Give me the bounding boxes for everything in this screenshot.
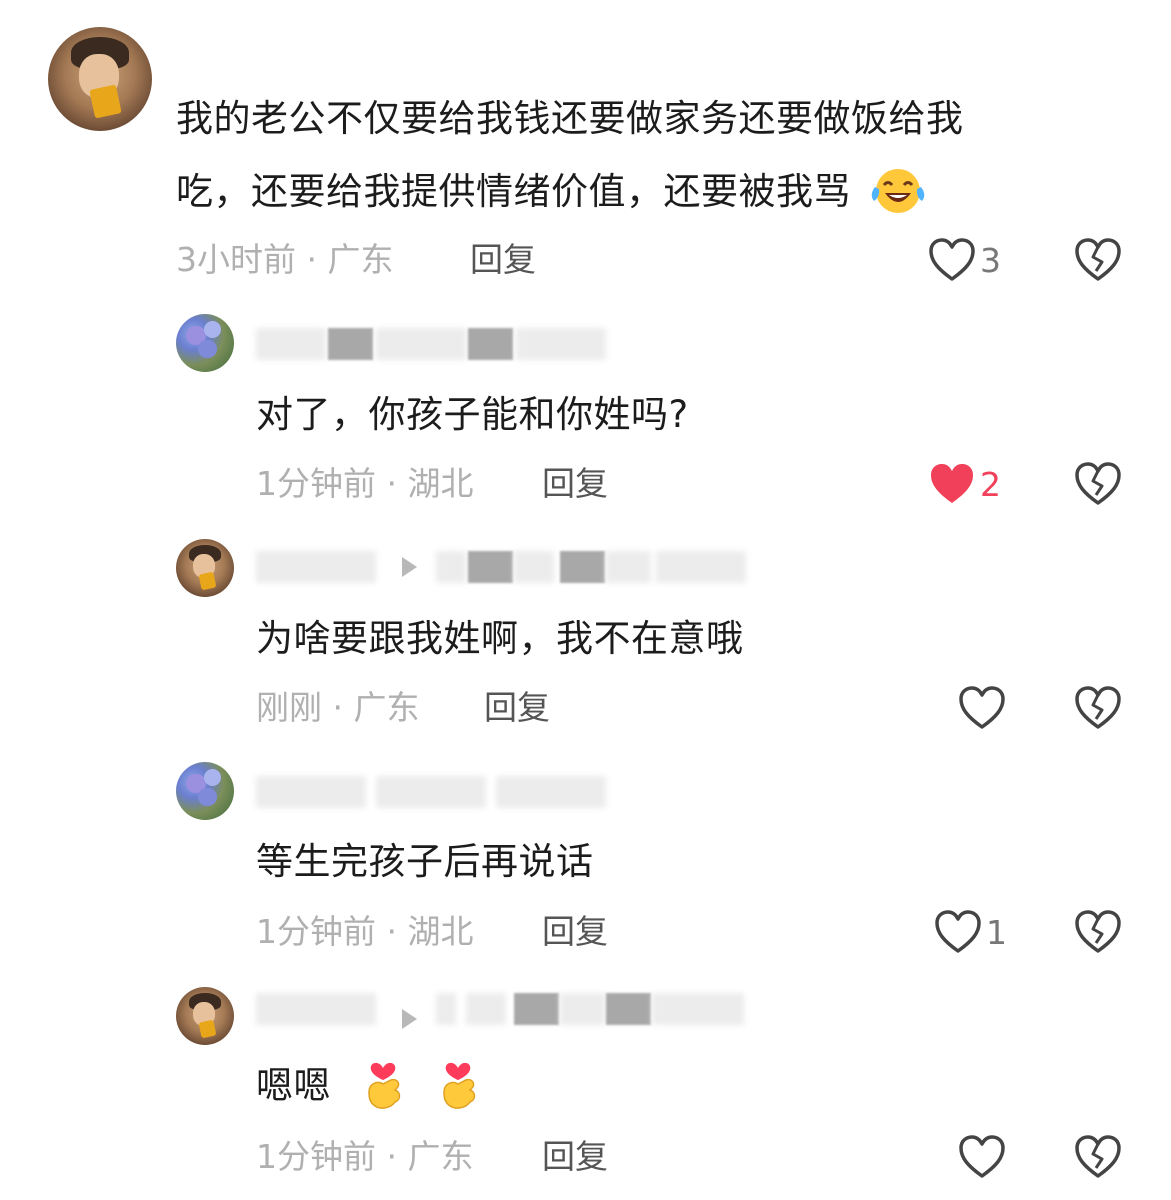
comment-text: 嗯嗯 [256,1049,480,1122]
reply-arrow-icon [402,557,417,577]
dislike-icon[interactable] [1074,908,1122,956]
comment-text: 对了，你孩子能和你姓吗? [256,393,689,436]
heart-filled-icon [931,464,973,503]
comment-meta: 1分钟前 · 湖北 [256,912,474,951]
heart-icon [935,910,981,953]
reply-button[interactable]: 回复 [542,912,608,952]
laughing-crying-emoji [869,165,927,215]
reply-arrow-icon [402,1009,417,1029]
dislike-icon[interactable] [1074,684,1122,732]
heart-icon [929,238,975,281]
avatar[interactable] [176,314,234,372]
like-button[interactable]: 2 [928,460,1001,508]
avatar[interactable] [176,987,234,1045]
heart-icon [959,686,1005,729]
finger-heart-emoji [361,1056,405,1112]
finger-heart-emoji [436,1056,480,1112]
avatar[interactable] [48,27,152,131]
comment-reply: 对了，你孩子能和你姓吗? 1分钟前 · 湖北 回复 2 [0,300,1171,525]
comment-location: 广东 [353,688,420,727]
comment-meta: 刚刚 · 广东 [256,688,420,727]
comment-location: 广东 [407,1137,474,1176]
comment-time: 3小时前 [176,240,296,279]
reply-button[interactable]: 回复 [542,464,608,504]
comment-location: 湖北 [407,912,474,951]
username-redacted [256,547,756,587]
username-redacted [256,324,616,364]
like-button[interactable]: 3 [928,236,1001,284]
like-button[interactable]: 1 [934,908,1007,956]
dislike-icon[interactable] [1074,236,1122,284]
comment-reply: 等生完孩子后再说话 1分钟前 · 湖北 回复 1 [0,750,1171,975]
like-count: 3 [980,240,1001,280]
comment-meta: 3小时前 · 广东 [176,240,394,279]
avatar[interactable] [176,539,234,597]
comment-location: 广东 [327,240,394,279]
comment-time: 1分钟前 [256,464,376,503]
avatar[interactable] [176,762,234,820]
comment-location: 湖北 [407,464,474,503]
comment-reply: 为啥要跟我姓啊，我不在意哦 刚刚 · 广东 回复 [0,525,1171,750]
comment-meta: 1分钟前 · 湖北 [256,464,474,503]
comment-text: 我的老公不仅要给我钱还要做家务还要做饭给我 吃，还要给我提供情绪价值，还要被我骂 [176,97,964,215]
reply-button[interactable]: 回复 [542,1137,608,1177]
heart-icon [959,1135,1005,1178]
like-count: 2 [980,464,1001,504]
like-count: 1 [986,912,1007,952]
dislike-icon[interactable] [1074,1133,1122,1181]
username-redacted [256,989,776,1029]
comment-time: 刚刚 [256,688,322,727]
comment-reply: 嗯嗯 1分钟前 · 广东 回复 [0,975,1171,1200]
username-redacted [256,772,616,812]
comment-time: 1分钟前 [256,1137,376,1176]
comment-time: 1分钟前 [256,912,376,951]
comment-text: 为啥要跟我姓啊，我不在意哦 [256,617,744,660]
comment-top-level: 我的老公不仅要给我钱还要做家务还要做饭给我 吃，还要给我提供情绪价值，还要被我骂… [0,0,1171,300]
comment-meta: 1分钟前 · 广东 [256,1137,474,1176]
comment-text: 等生完孩子后再说话 [256,840,594,883]
like-button[interactable] [958,1133,1006,1181]
dislike-icon[interactable] [1074,460,1122,508]
reply-button[interactable]: 回复 [484,688,550,728]
like-button[interactable] [958,684,1006,732]
reply-button[interactable]: 回复 [470,240,536,280]
